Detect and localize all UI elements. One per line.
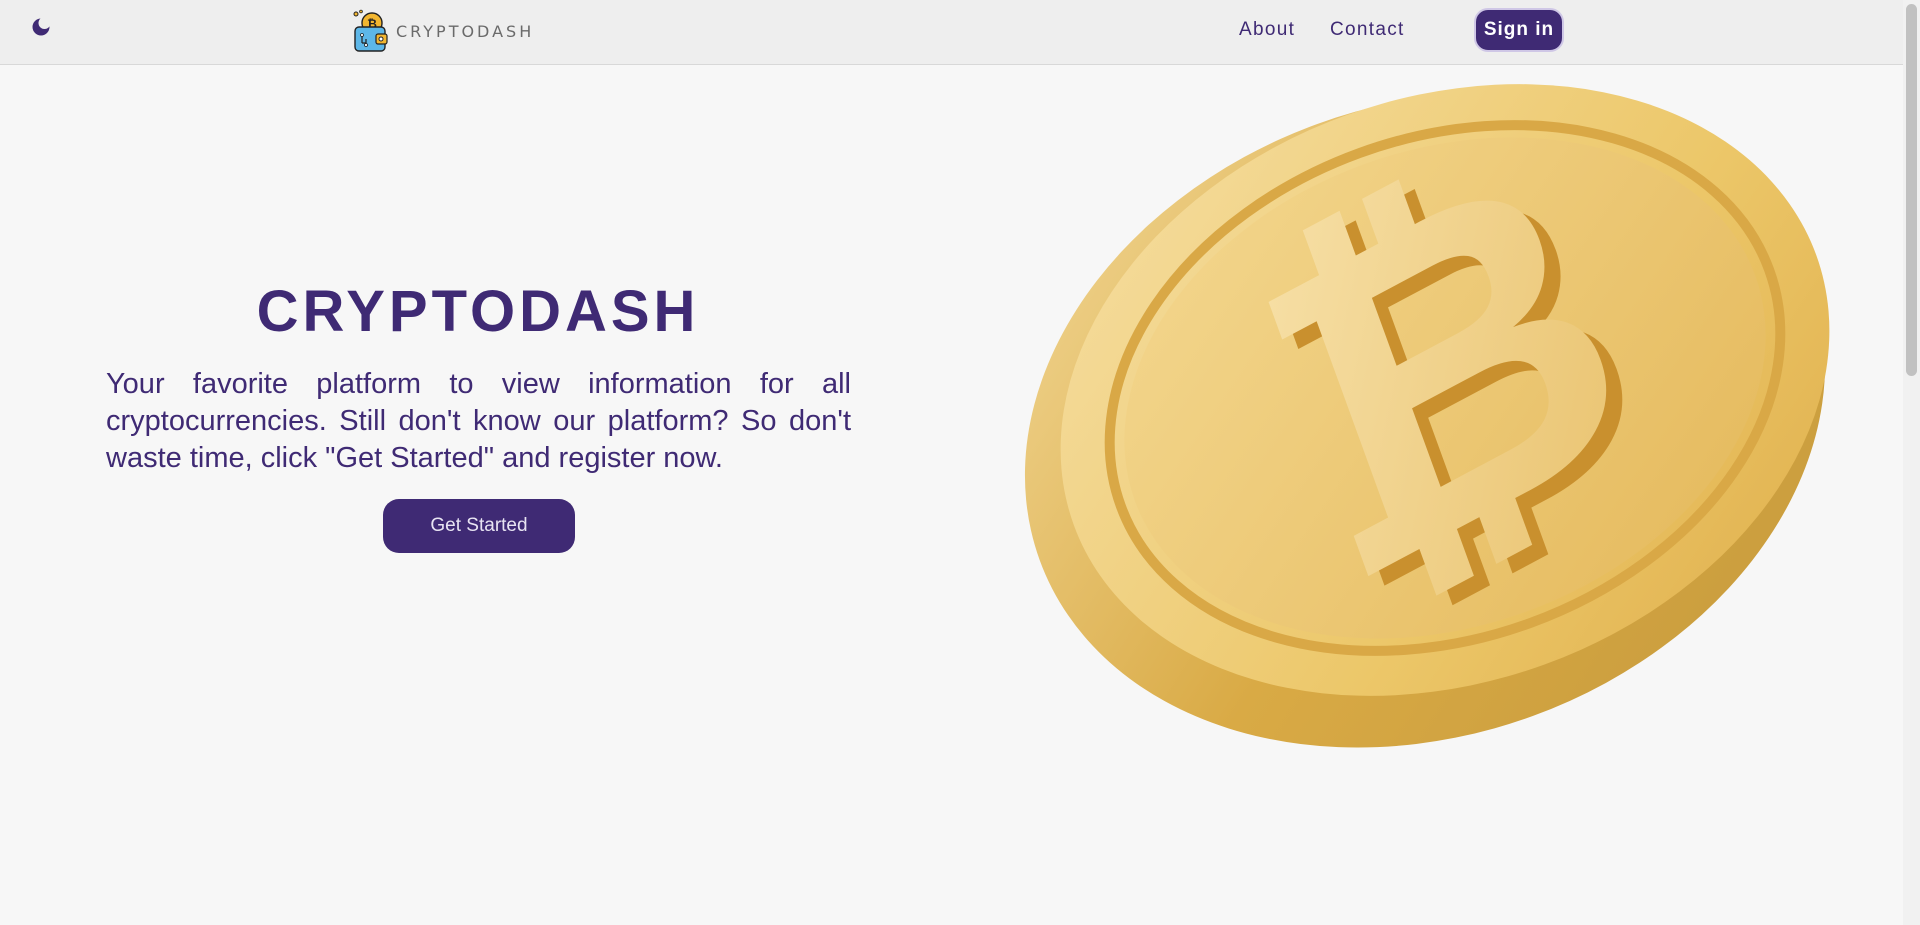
nav-contact-link[interactable]: Contact [1330, 19, 1405, 41]
get-started-button[interactable]: Get Started [383, 499, 575, 553]
wallet-lock-icon: ₿ [353, 9, 388, 52]
brand-logo[interactable]: ₿ CRYPTODASH [350, 8, 534, 54]
logo-text: CRYPTODASH [396, 21, 535, 41]
bitcoin-coin-image: ₿ ₿ [1024, 70, 1830, 748]
nav-about-link[interactable]: About [1239, 19, 1295, 41]
hero-title: CRYPTODASH [256, 279, 700, 344]
scrollbar-thumb[interactable] [1906, 4, 1917, 376]
moon-icon [32, 18, 50, 36]
top-navbar: ₿ CRYPTODASH About Contact Sign in [0, 0, 1920, 65]
theme-toggle-button[interactable] [26, 12, 56, 42]
sign-in-button[interactable]: Sign in [1474, 8, 1564, 52]
hero-description: Your favorite platform to view informati… [106, 368, 851, 474]
page-scrollbar[interactable] [1903, 0, 1920, 925]
